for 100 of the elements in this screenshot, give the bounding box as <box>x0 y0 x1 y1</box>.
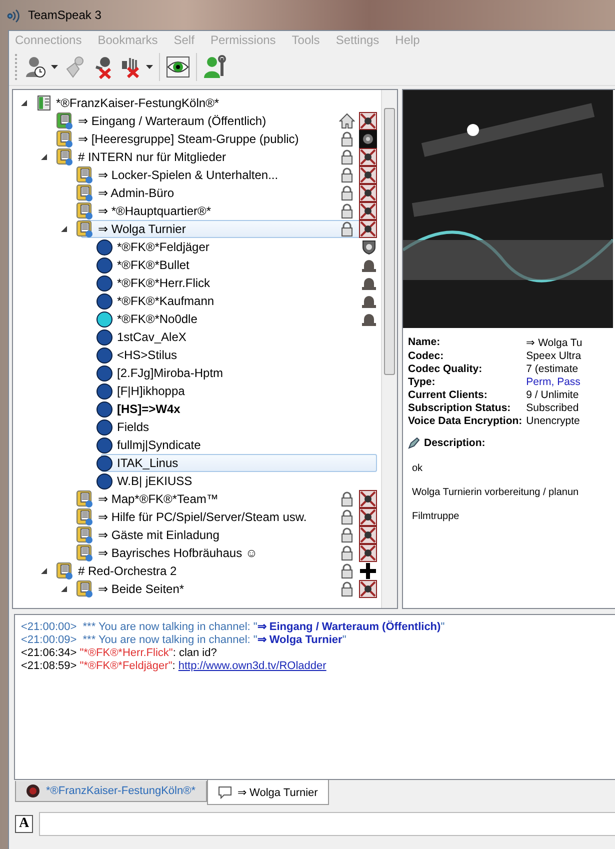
server-name[interactable]: *®FranzKaiser-FestungKöln®* <box>56 96 220 110</box>
chat-tab[interactable]: ⇒ Wolga Turnier <box>206 780 329 805</box>
collapse-arrow-icon[interactable] <box>61 226 68 232</box>
eye-icon[interactable] <box>166 55 190 79</box>
field-label: Type: <box>408 376 436 388</box>
channel-name[interactable]: ⇒ Eingang / Warteraum (Öffentlich) <box>78 114 266 128</box>
muted-speaker-icon[interactable] <box>120 55 142 79</box>
client-name[interactable]: fullmj|Syndicate <box>117 438 201 452</box>
description-text: ok <box>411 463 424 474</box>
helmet-icon <box>361 257 377 273</box>
field-label: Codec Quality: <box>408 363 484 375</box>
lock-icon <box>339 491 355 507</box>
field-link[interactable]: Perm, Pass <box>526 376 582 388</box>
channel-name[interactable]: ⇒ Admin-Büro <box>98 186 174 200</box>
collapse-arrow-icon[interactable] <box>41 154 48 160</box>
chat-tab[interactable]: *®FranzKaiser-FestungKöln®* <box>15 781 206 802</box>
field-label: Voice Data Encryption: <box>408 415 522 427</box>
chat-link[interactable]: http://www.own3d.tv/ROladder <box>178 660 326 672</box>
channel-name[interactable]: ⇒ Hilfe für PC/Spiel/Server/Steam usw. <box>98 510 307 524</box>
channel-name[interactable]: ⇒ Gäste mit Einladung <box>98 528 220 542</box>
channel-name[interactable]: # INTERN nur für Mitglieder <box>78 150 226 164</box>
cross-emblem-icon <box>359 148 377 166</box>
dropdown-caret-icon[interactable] <box>146 65 153 69</box>
helmet-icon <box>361 311 377 327</box>
dropdown-caret-icon[interactable] <box>51 65 58 69</box>
cross-emblem-icon <box>359 220 377 238</box>
chat-timestamp: <21:06:34> <box>21 647 77 659</box>
cross-emblem-icon <box>359 508 377 526</box>
chat-bubble-icon <box>218 786 232 798</box>
shield-icon <box>361 239 377 255</box>
client-name[interactable]: W.B| jEKIUSS <box>117 474 192 488</box>
client-name[interactable]: Fields <box>117 420 150 434</box>
iron-cross-icon <box>359 562 377 580</box>
collapse-arrow-icon[interactable] <box>41 568 48 574</box>
channel-name[interactable]: ⇒ Wolga Turnier <box>98 222 186 236</box>
cross-emblem-icon <box>359 580 377 598</box>
client-name[interactable]: <HS>Stilus <box>117 348 178 362</box>
collapse-arrow-icon[interactable] <box>61 586 68 592</box>
server-emblem-icon <box>26 784 40 798</box>
chat-message: : <box>172 660 176 672</box>
lock-icon <box>339 563 355 579</box>
client-name[interactable]: [HS]=>W4x <box>117 402 180 416</box>
emblem-icon <box>359 130 377 148</box>
scrollbar[interactable] <box>381 90 397 608</box>
text-format-button[interactable]: A <box>15 815 33 833</box>
lock-icon <box>339 167 355 183</box>
cross-emblem-icon <box>359 526 377 544</box>
client-name[interactable]: *®FK®*Herr.Flick <box>117 276 210 290</box>
lock-icon <box>339 221 355 237</box>
cross-emblem-icon <box>359 112 377 130</box>
chat-input-field[interactable] <box>39 812 615 836</box>
field-value: ⇒ Wolga Tu <box>526 336 582 349</box>
server-icon <box>36 95 52 111</box>
chat-line: <21:00:09> *** You are now talking in channel: "⇒ Wolga Turnier" <box>21 634 346 646</box>
chat-timestamp: <21:08:59> <box>21 660 77 672</box>
chat-message: : clan id? <box>172 647 217 659</box>
helmet-icon <box>361 275 377 291</box>
client-name[interactable]: *®FK®*Kaufmann <box>117 294 214 308</box>
window-title: TeamSpeak 3 <box>28 8 102 22</box>
client-name[interactable]: [F|H]ikhoppa <box>117 384 185 398</box>
user-settings-icon[interactable] <box>203 55 227 79</box>
lock-icon <box>339 581 355 597</box>
lock-icon <box>339 149 355 165</box>
helmet-icon <box>361 293 377 309</box>
channel-name[interactable]: ⇒ Bayrisches Hofbräuhaus ☺ <box>98 546 258 560</box>
chat-sender[interactable]: "*®FK®*Feldjäger" <box>80 660 172 672</box>
collapse-arrow-icon[interactable] <box>21 100 28 106</box>
channel-name[interactable]: # Red-Orchestra 2 <box>78 564 177 578</box>
description-text: Filmtruppe <box>411 511 460 522</box>
lock-icon <box>339 185 355 201</box>
pencil-icon <box>408 437 420 449</box>
field-label: Subscription Status: <box>408 402 512 414</box>
channel-name[interactable]: ⇒ Beide Seiten* <box>98 582 184 596</box>
connect-icon[interactable] <box>25 55 47 79</box>
cross-emblem-icon <box>359 544 377 562</box>
client-name[interactable]: *®FK®*No0dle <box>117 312 198 326</box>
lock-icon <box>339 545 355 561</box>
channel-name[interactable]: ⇒ [Heeresgruppe] Steam-Gruppe (public) <box>78 132 299 146</box>
client-name[interactable]: *®FK®*Bullet <box>117 258 190 272</box>
channel-name[interactable]: ⇒ Locker-Spielen & Unterhalten... <box>98 168 278 182</box>
field-value: Unencrypte <box>526 415 581 427</box>
field-label: Name: <box>408 336 442 349</box>
field-value: Subscribed <box>526 402 580 414</box>
client-name[interactable]: [2.FJg]Miroba-Hptm <box>117 366 224 380</box>
client-name[interactable]: ITAK_Linus <box>117 456 178 470</box>
description-label: Description: <box>424 437 486 449</box>
lock-icon <box>339 509 355 525</box>
field-value: 9 / Unlimite <box>526 389 580 401</box>
chat-line: <21:00:00> *** You are now talking in channel: "⇒ Eingang / Warteraum (Öffentlich)" <box>21 621 445 633</box>
chat-sender[interactable]: "*®FK®*Herr.Flick" <box>80 647 173 659</box>
lock-icon <box>339 203 355 219</box>
client-name[interactable]: 1stCav_AleX <box>117 330 186 344</box>
channel-name[interactable]: ⇒ *®Hauptquartier®* <box>98 204 212 218</box>
client-name[interactable]: *®FK®*Feldjäger <box>117 240 210 254</box>
cross-emblem-icon <box>359 166 377 184</box>
description-text: Wolga Turnierin vorbereitung / planun <box>411 487 580 498</box>
channel-name[interactable]: ⇒ Map*®FK®*Team™ <box>98 492 218 506</box>
field-value: 7 (estimate <box>526 363 580 375</box>
cross-emblem-icon <box>359 202 377 220</box>
field-label: Current Clients: <box>408 389 488 401</box>
